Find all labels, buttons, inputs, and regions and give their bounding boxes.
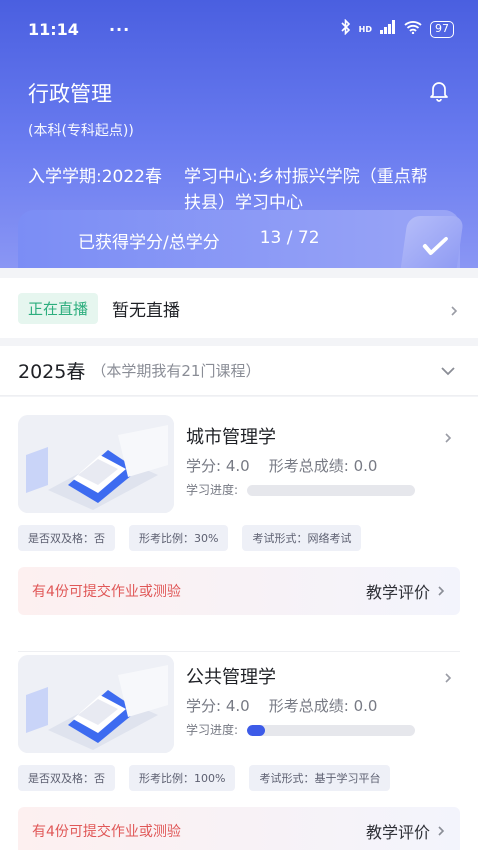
major-title: 行政管理 <box>28 82 112 106</box>
tag-double-pass: 是否双及格：否 <box>18 765 115 791</box>
credit-value: 13 / 72 <box>259 228 320 248</box>
live-tag: 正在直播 <box>18 292 99 324</box>
course-score: 学分: 4.0 形考总成绩: 0.0 <box>186 695 377 716</box>
status-bar: 11:14 ··· HD 97 <box>28 18 454 40</box>
course-credit: 学分: 4.0 <box>186 457 250 475</box>
progress-bar <box>247 485 415 496</box>
profile-header: 11:14 ··· HD 97 行政管理 (本科(专科起点)) 入学学期:202… <box>0 0 478 268</box>
status-time: 11:14 <box>28 19 79 39</box>
semester-header[interactable]: 2025春 （本学期我有21门课程） <box>0 346 478 396</box>
check-badge-icon <box>399 216 465 268</box>
chevron-right-icon <box>442 669 454 688</box>
progress-label: 学习进度: <box>186 483 239 497</box>
course-thumbnail <box>18 415 174 513</box>
tag-exam-form: 考试形式：网络考试 <box>242 525 362 551</box>
tag-double-pass: 是否双及格：否 <box>18 525 115 551</box>
divider <box>18 651 460 652</box>
bluetooth-icon <box>341 18 351 39</box>
chevron-down-icon[interactable] <box>440 361 456 380</box>
bell-icon[interactable] <box>430 80 448 102</box>
education-level: (本科(专科起点)) <box>28 123 134 139</box>
signal-icon <box>380 20 396 38</box>
chevron-right-icon <box>438 826 445 836</box>
chevron-right-icon <box>438 586 445 596</box>
battery-indicator: 97 <box>430 20 454 38</box>
course-tags: 是否双及格：否 形考比例：100% 考试形式：基于学习平台 <box>18 765 391 791</box>
progress-fill <box>247 725 266 736</box>
course-list: 城市管理学 学分: 4.0 形考总成绩: 0.0 学习进度: 是否双及格：否 形… <box>0 397 478 850</box>
course-tags: 是否双及格：否 形考比例：30% 考试形式：网络考试 <box>18 525 362 551</box>
progress-bar <box>247 725 415 736</box>
homework-row[interactable]: 有4份可提交作业或测验 教学评价 <box>18 567 460 615</box>
semester-title: 2025春 <box>18 361 86 383</box>
evaluate-label: 教学评价 <box>365 583 430 602</box>
tag-assessment-ratio: 形考比例：30% <box>129 525 229 551</box>
homework-row[interactable]: 有4份可提交作业或测验 教学评价 <box>18 807 460 850</box>
homework-notice: 有4份可提交作业或测验 <box>32 824 181 840</box>
enroll-term: 入学学期:2022春 <box>28 167 162 187</box>
wifi-icon <box>404 20 422 38</box>
live-stream-row[interactable]: 正在直播 暂无直播 <box>0 278 478 338</box>
course-total-score: 形考总成绩: 0.0 <box>268 457 378 475</box>
learning-center: 学习中心:乡村振兴学院（重点帮扶县）学习中心 <box>184 167 428 213</box>
tag-exam-form: 考试形式：基于学习平台 <box>249 765 391 791</box>
network-label: HD <box>358 24 372 34</box>
progress-label: 学习进度: <box>186 723 239 737</box>
status-dots: ··· <box>108 19 131 39</box>
course-credit: 学分: 4.0 <box>186 697 250 715</box>
evaluate-button[interactable]: 教学评价 <box>366 579 446 603</box>
chevron-right-icon <box>442 429 454 448</box>
homework-notice: 有4份可提交作业或测验 <box>32 584 181 600</box>
evaluate-label: 教学评价 <box>365 823 430 842</box>
course-total-score: 形考总成绩: 0.0 <box>268 697 378 715</box>
chevron-right-icon <box>448 302 460 316</box>
live-status-text: 暂无直播 <box>112 300 181 321</box>
credit-label: 已获得学分/总学分 <box>78 233 220 253</box>
semester-subtitle: （本学期我有21门课程） <box>91 362 261 380</box>
course-score: 学分: 4.0 形考总成绩: 0.0 <box>186 455 377 476</box>
credit-card[interactable]: 已获得学分/总学分 13 / 72 <box>18 210 465 268</box>
course-name: 城市管理学 <box>186 427 276 448</box>
evaluate-button[interactable]: 教学评价 <box>366 819 446 843</box>
course-thumbnail <box>18 655 174 753</box>
tag-assessment-ratio: 形考比例：100% <box>129 765 236 791</box>
course-name: 公共管理学 <box>186 667 276 688</box>
